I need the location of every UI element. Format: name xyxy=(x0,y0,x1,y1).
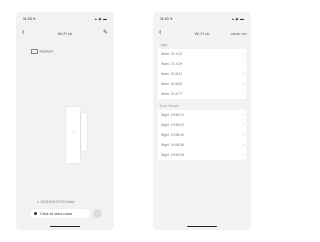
list-item-label: Warn. 21:4:29 xyxy=(161,62,183,67)
device-detail-screen: 11:03 ✈ ▴ ◉ ▬ ‹ Wi-Fi ctr ✎ Medium 2018.… xyxy=(17,13,113,229)
view-more-button[interactable]: Click to view more xyxy=(30,209,90,218)
door-sensor-magnet-image xyxy=(81,113,87,151)
list-item[interactable]: Night. 19:56:55 › xyxy=(158,150,246,161)
list-item-label: Night. 19:56:55 xyxy=(161,153,184,158)
list-item[interactable]: Warn. 21:6:77 › xyxy=(158,89,246,100)
status-icons: ▴ ◉ ▬ xyxy=(231,17,244,21)
chevron-right-icon: › xyxy=(242,51,244,57)
chevron-right-icon: › xyxy=(242,132,244,138)
chevron-right-icon: › xyxy=(242,122,244,128)
home-indicator xyxy=(187,225,217,227)
list-item-label: Night. 19:56:36 xyxy=(161,143,184,148)
view-more-label: Click to view more xyxy=(40,211,73,217)
status-bar: 11:03 ✈ ▴ ◉ ▬ xyxy=(23,17,107,23)
nav-bar: ‹ Wi-Fi ctr clean rec xyxy=(154,29,250,40)
history-screen: 11:03 ✈ ▴ ◉ ▬ ‹ Wi-Fi ctr clean rec Ligh… xyxy=(154,13,250,229)
chevron-right-icon: › xyxy=(242,112,244,118)
event-dot-icon xyxy=(37,201,39,204)
list-item-label: Night. 19:56:22 xyxy=(161,123,184,128)
status-icons: ▴ ◉ ▬ xyxy=(94,17,107,21)
pencil-icon[interactable]: ✎ xyxy=(103,29,108,36)
page-title: Wi-Fi ctr xyxy=(57,31,73,36)
status-bar: 11:03 ✈ ▴ ◉ ▬ xyxy=(160,17,244,23)
list-item-label: Night. 19:56:21 xyxy=(161,113,184,118)
status-time: 11:03 ✈ xyxy=(23,17,36,21)
battery-text: Medium xyxy=(39,49,54,54)
battery-icon xyxy=(31,49,38,54)
status-time: 11:03 ✈ xyxy=(160,17,173,21)
nav-bar: ‹ Wi-Fi ctr ✎ xyxy=(17,29,113,40)
sensor-indicator-dot xyxy=(73,131,75,133)
list-item-label: Night. 19:56:40 xyxy=(161,133,184,138)
clear-records-button[interactable]: clean rec xyxy=(231,31,247,36)
list-item-label: Warn. 21:6:52 xyxy=(161,82,183,87)
battery-status: Medium xyxy=(31,49,53,54)
list-item-label: Warn. 21:6:31 xyxy=(161,72,183,77)
chevron-right-icon: › xyxy=(242,91,244,97)
chevron-right-icon: › xyxy=(242,142,244,148)
last-event: 2018.8.8 07:00 Close xyxy=(37,200,75,204)
home-indicator xyxy=(50,225,80,227)
section-label-door-sensor: Door Sensor xyxy=(160,104,180,108)
gear-icon[interactable] xyxy=(93,209,102,218)
list-item-label: Warn. 21:6:77 xyxy=(161,92,183,97)
list-item-label: Warn. 21:4:22 xyxy=(161,52,183,57)
chevron-right-icon: › xyxy=(242,152,244,158)
last-event-text: 2018.8.8 07:00 Close xyxy=(40,200,75,204)
chevron-right-icon: › xyxy=(242,81,244,87)
record-icon xyxy=(34,211,38,216)
section-label-light: Light xyxy=(160,43,168,47)
chevron-right-icon: › xyxy=(242,71,244,77)
door-sensor-body-image xyxy=(66,107,80,163)
chevron-right-icon: › xyxy=(242,61,244,67)
